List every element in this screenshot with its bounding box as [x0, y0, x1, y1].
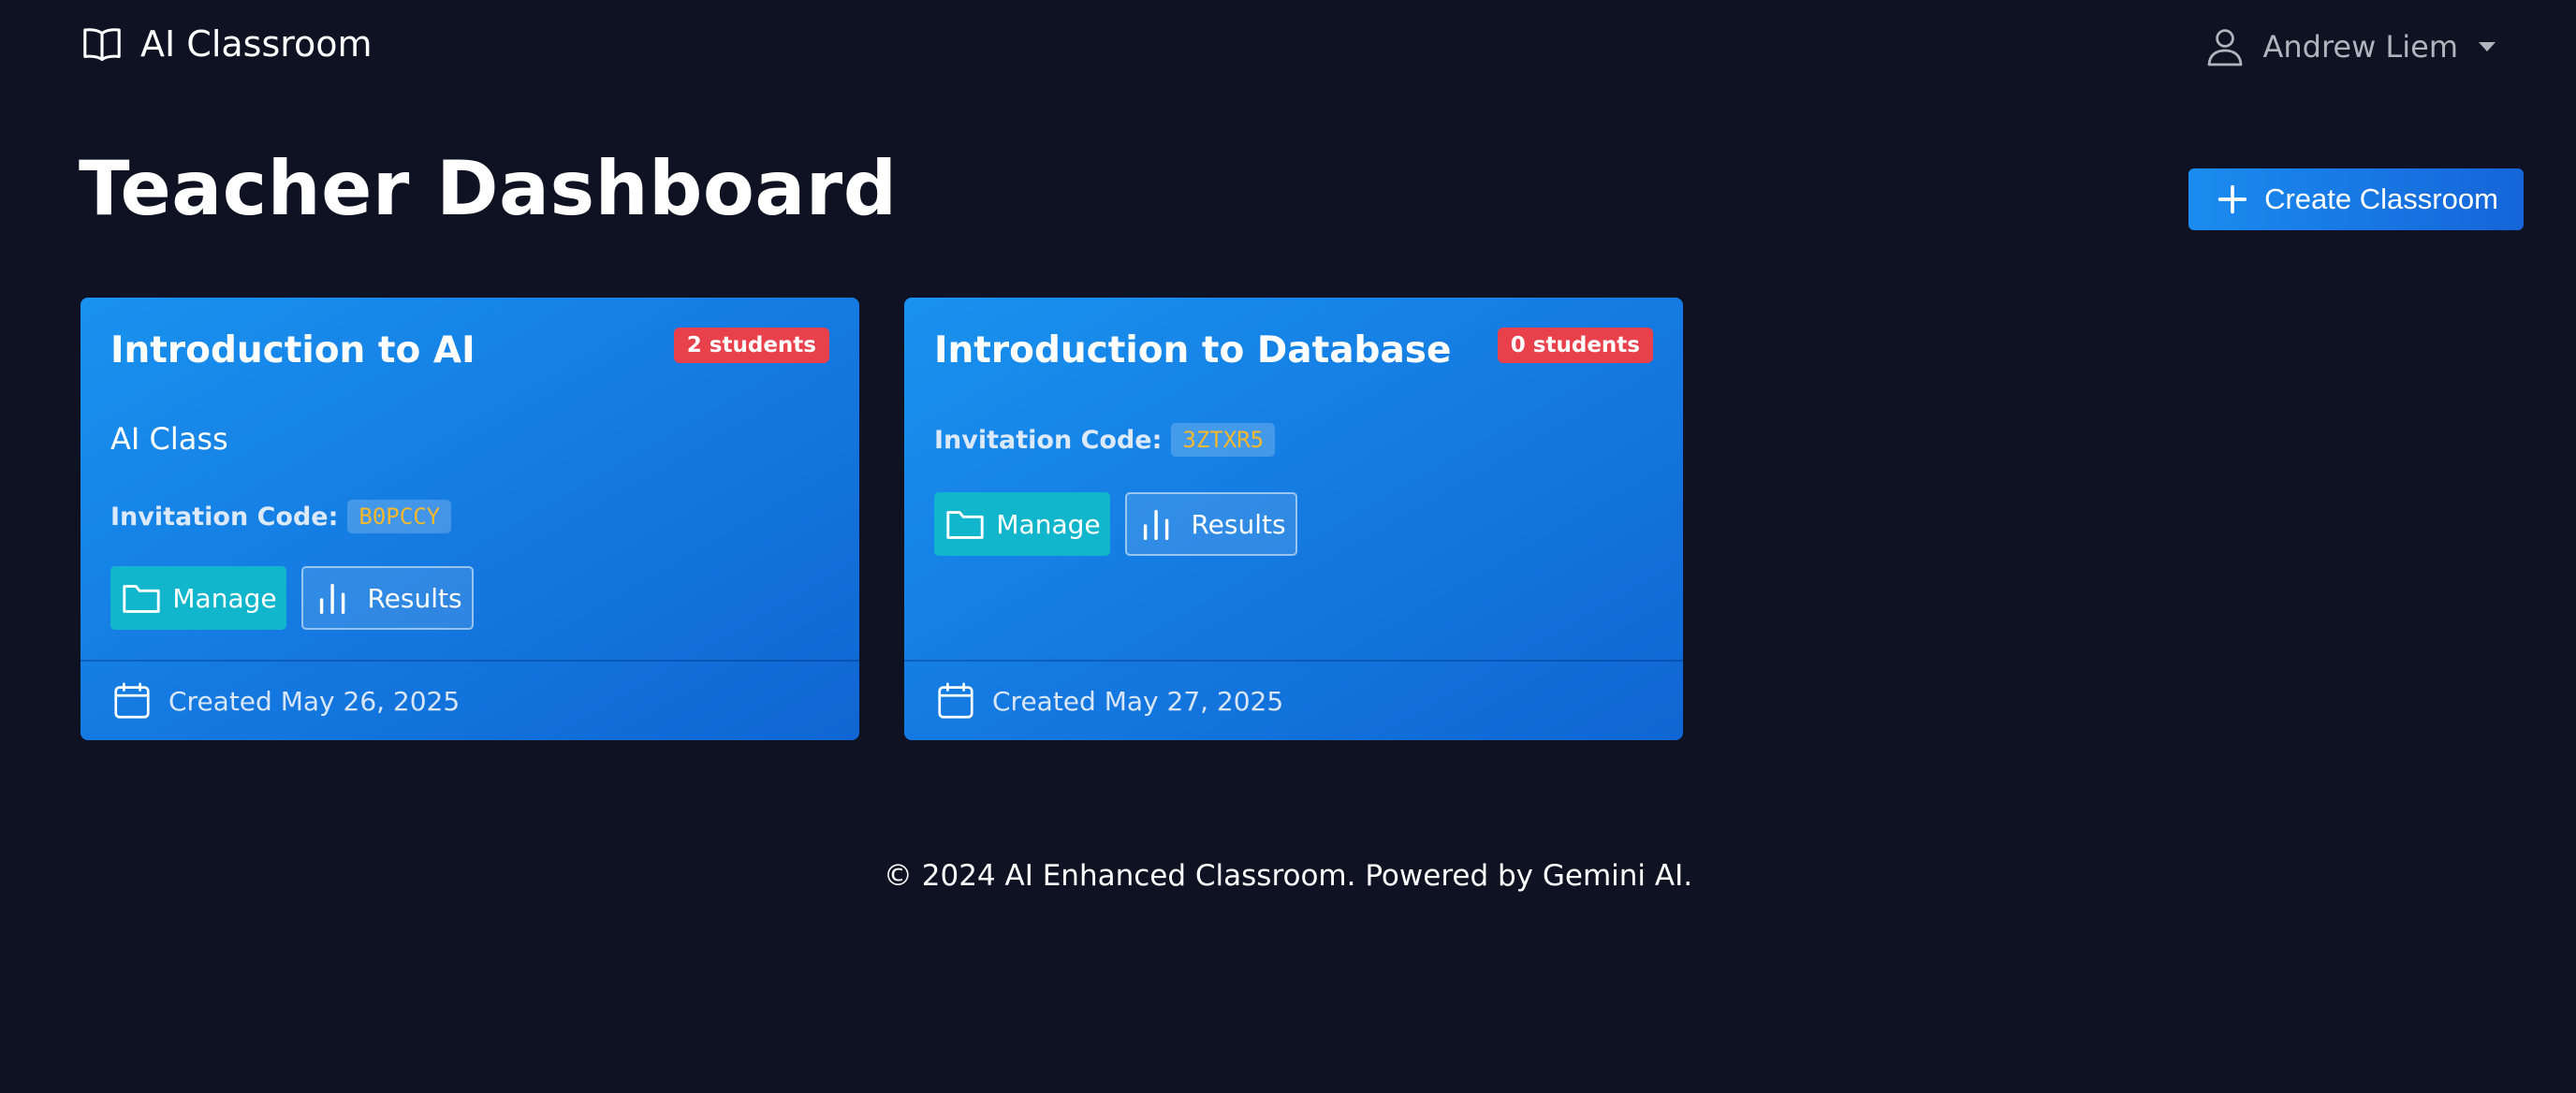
- bar-chart-icon: [313, 576, 356, 619]
- student-count-badge: 0 students: [1497, 328, 1653, 363]
- invitation-code-row: Invitation Code: 3ZTXR5: [934, 423, 1276, 457]
- calendar-icon: [110, 679, 154, 722]
- bar-chart-icon: [1136, 503, 1179, 546]
- classroom-card: Introduction to Database 0 students Invi…: [904, 298, 1683, 740]
- results-label: Results: [1191, 508, 1286, 540]
- student-count-badge: 2 students: [673, 328, 829, 363]
- invitation-code: 3ZTXR5: [1171, 423, 1276, 457]
- results-button[interactable]: Results: [1125, 492, 1297, 556]
- book-open-icon: [80, 22, 124, 66]
- manage-label: Manage: [172, 582, 277, 614]
- invitation-code-row: Invitation Code: B0PCCY: [110, 500, 452, 533]
- create-classroom-label: Create Classroom: [2264, 182, 2498, 215]
- invitation-code-label: Invitation Code:: [110, 502, 339, 532]
- manage-button[interactable]: Manage: [110, 566, 286, 630]
- results-button[interactable]: Results: [301, 566, 474, 630]
- footer-text: © 2024 AI Enhanced Classroom. Powered by…: [883, 859, 1693, 893]
- classroom-card: Introduction to AI 2 students AI Class I…: [80, 298, 859, 740]
- classroom-title: Introduction to AI: [110, 329, 476, 372]
- manage-button[interactable]: Manage: [934, 492, 1110, 556]
- manage-label: Manage: [996, 508, 1101, 540]
- created-date: Created May 27, 2025: [992, 685, 1284, 717]
- user-menu-dropdown[interactable]: Andrew Liem: [2203, 24, 2496, 69]
- page-footer: © 2024 AI Enhanced Classroom. Powered by…: [0, 859, 2576, 893]
- invitation-code-label: Invitation Code:: [934, 425, 1163, 455]
- card-footer: Created May 26, 2025: [80, 660, 859, 740]
- card-actions: Manage Results: [934, 492, 1297, 556]
- navbar: AI Classroom Andrew Liem: [0, 0, 2576, 97]
- invitation-code: B0PCCY: [347, 500, 452, 533]
- user-name: Andrew Liem: [2262, 29, 2458, 65]
- caret-down-icon: [2479, 42, 2496, 51]
- person-icon: [2203, 24, 2247, 69]
- classroom-description: AI Class: [110, 421, 228, 457]
- folder-icon: [944, 503, 987, 546]
- card-footer: Created May 27, 2025: [904, 660, 1683, 740]
- classroom-title: Introduction to Database: [934, 329, 1452, 372]
- results-label: Results: [367, 582, 462, 614]
- create-classroom-button[interactable]: Create Classroom: [2188, 168, 2524, 230]
- brand-link[interactable]: AI Classroom: [80, 22, 373, 66]
- plus-icon: [2214, 181, 2251, 218]
- card-actions: Manage Results: [110, 566, 474, 630]
- folder-icon: [120, 576, 163, 619]
- page-title: Teacher Dashboard: [79, 145, 898, 232]
- brand-name: AI Classroom: [140, 23, 373, 65]
- calendar-icon: [934, 679, 977, 722]
- created-date: Created May 26, 2025: [168, 685, 461, 717]
